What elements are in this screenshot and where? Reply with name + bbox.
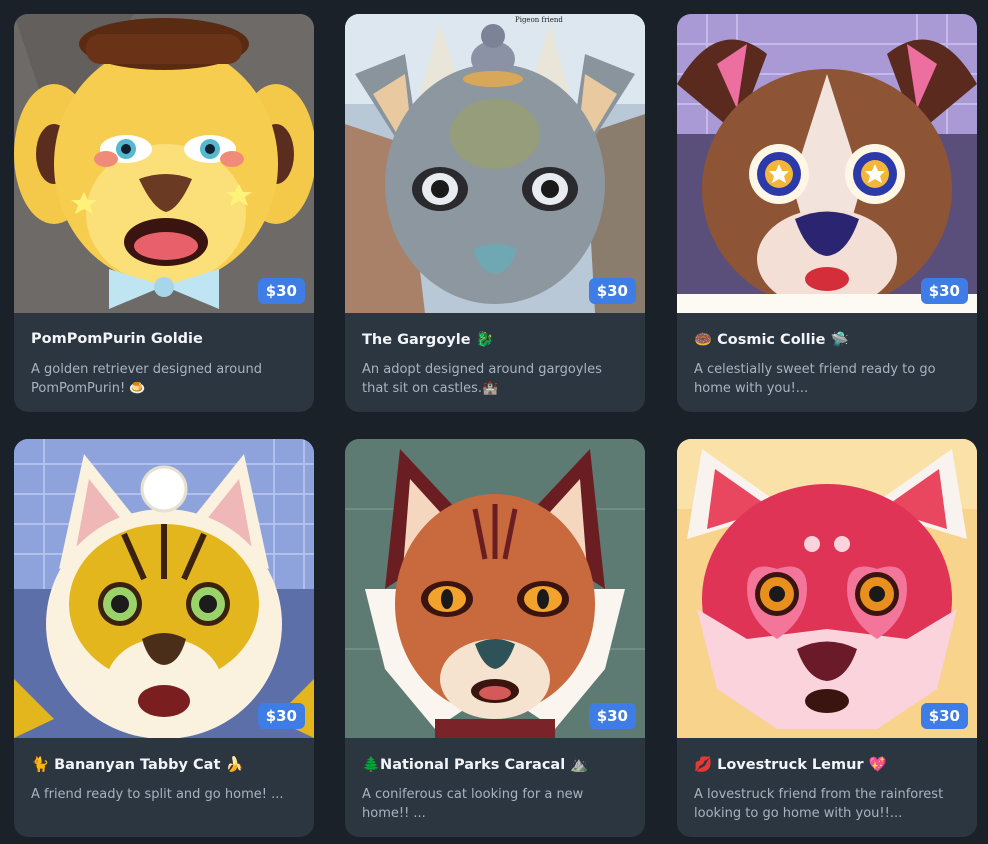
card-description: A coniferous cat looking for a new home!… [362,787,584,821]
card-image[interactable]: $30 [14,439,314,738]
card-image[interactable]: Pigeon friend $30 [345,14,645,313]
card-image[interactable]: $30 [14,14,314,313]
card-title[interactable]: 🍩 Cosmic Collie 🛸 [694,331,965,348]
adopt-card-lovestruck-lemur[interactable]: $30 💋 Lovestruck Lemur 💖 A lovestruck fr… [677,439,977,837]
card-image[interactable]: $30 [677,14,977,313]
card-title[interactable]: PomPomPurin Goldie [31,331,302,347]
art-caption: Pigeon friend [515,16,563,24]
price-badge: $30 [920,278,968,304]
price-badge: $30 [257,703,305,729]
card-title[interactable]: 💋 Lovestruck Lemur 💖 [694,756,965,773]
card-image[interactable]: $30 [677,439,977,738]
card-title[interactable]: 🌲National Parks Caracal ⛰️ [362,756,633,773]
card-description: A celestially sweet friend ready to go h… [694,362,936,396]
adopt-grid: $30 PomPomPurin Goldie A golden retrieve… [0,0,988,844]
card-title[interactable]: 🐈 Bananyan Tabby Cat 🍌 [31,756,302,773]
adopt-card-the-gargoyle[interactable]: Pigeon friend $30 The Gargoyle 🐉 An adop… [345,14,645,412]
adopt-card-bananyan-tabby-cat[interactable]: $30 🐈 Bananyan Tabby Cat 🍌 A friend read… [14,439,314,837]
adopt-card-cosmic-collie[interactable]: $30 🍩 Cosmic Collie 🛸 A celestially swee… [677,14,977,412]
price-badge: $30 [920,703,968,729]
adopt-card-pompompurin-goldie[interactable]: $30 PomPomPurin Goldie A golden retrieve… [14,14,314,412]
price-badge: $30 [257,278,305,304]
adopt-card-national-parks-caracal[interactable]: $30 🌲National Parks Caracal ⛰️ A conifer… [345,439,645,837]
card-description: An adopt designed around gargoyles that … [362,362,602,396]
price-badge: $30 [588,278,636,304]
card-image[interactable]: $30 [345,439,645,738]
card-title[interactable]: The Gargoyle 🐉 [362,331,633,348]
card-description: A lovestruck friend from the rainforest … [694,787,944,821]
price-badge: $30 [588,703,636,729]
card-description: A friend ready to split and go home! ... [31,787,284,802]
card-description: A golden retriever designed around PomPo… [31,362,262,396]
